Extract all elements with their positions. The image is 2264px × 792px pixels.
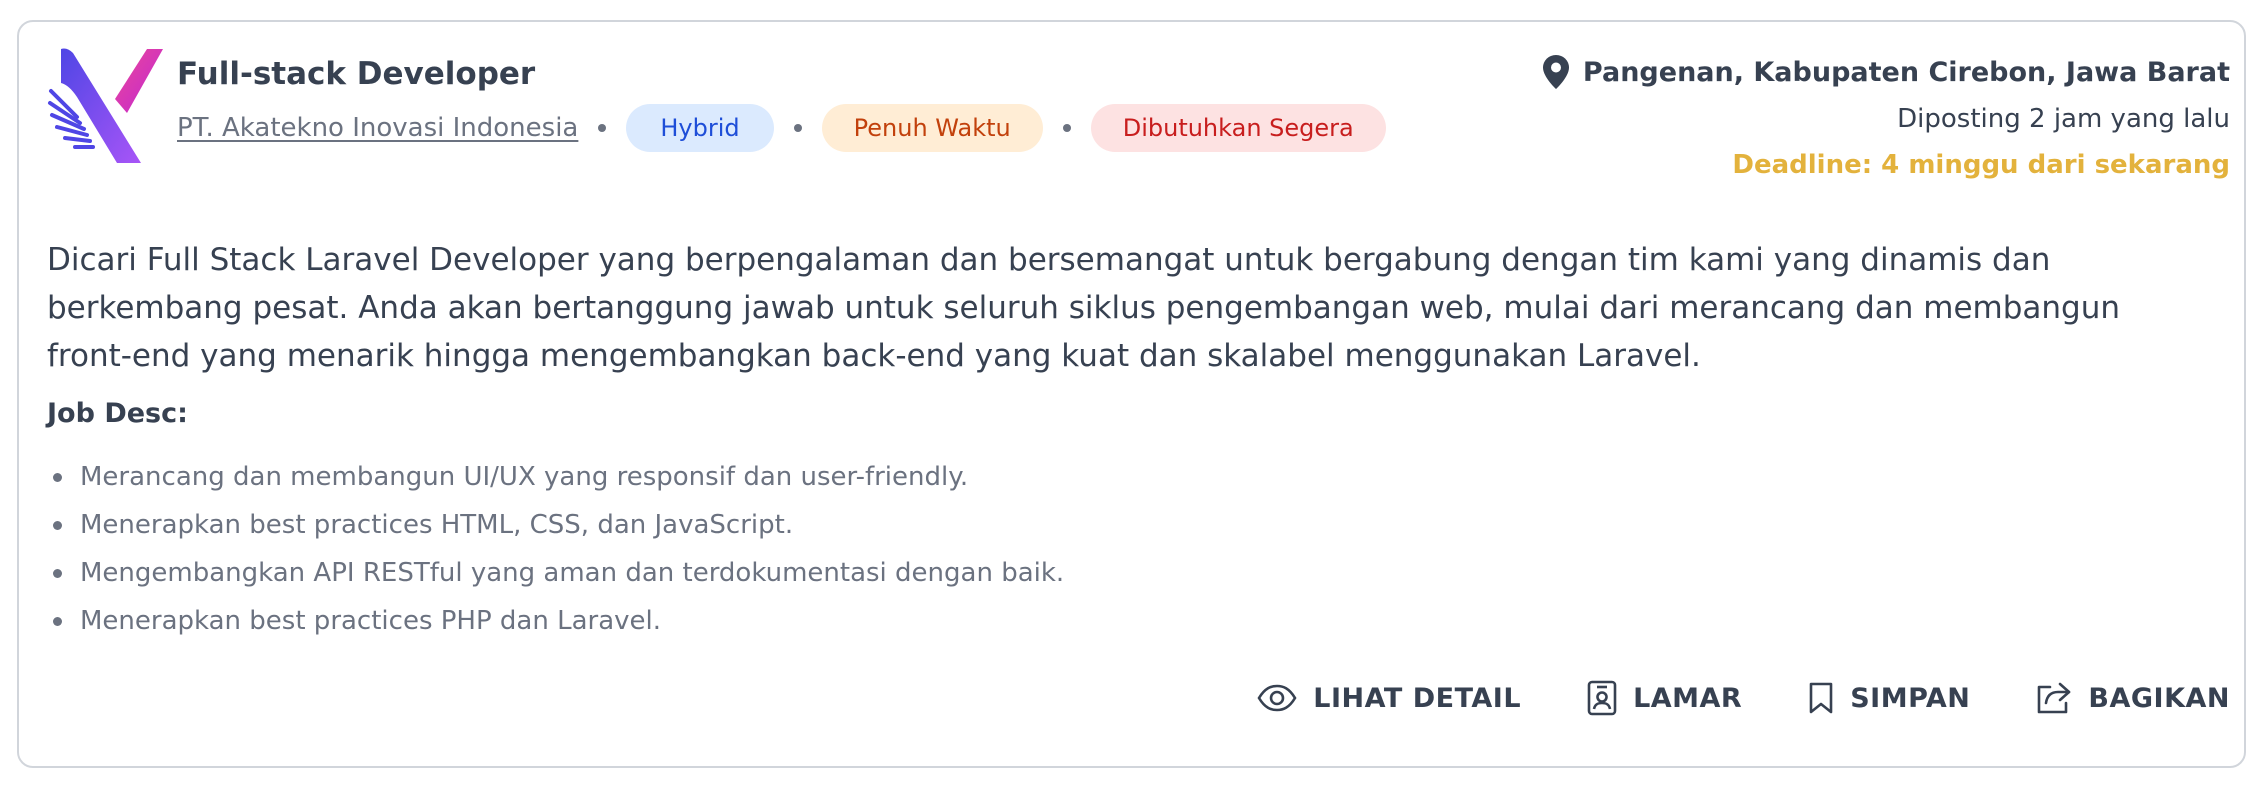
list-item: Menerapkan best practices PHP dan Larave…: [47, 597, 1064, 645]
company-link[interactable]: PT. Akatekno Inovasi Indonesia: [177, 113, 578, 143]
job-info-column: Pangenan, Kabupaten Cirebon, Jawa Barat …: [1542, 52, 2230, 185]
apply-button[interactable]: LAMAR: [1587, 680, 1742, 716]
location-text: Pangenan, Kabupaten Cirebon, Jawa Barat: [1582, 56, 2230, 88]
tag-work-mode: Hybrid: [626, 104, 774, 152]
job-description: Dicari Full Stack Laravel Developer yang…: [47, 242, 2121, 374]
share-label: BAGIKAN: [2088, 682, 2230, 714]
separator-dot: [1062, 124, 1071, 132]
save-button[interactable]: SIMPAN: [1808, 681, 1970, 715]
location: Pangenan, Kabupaten Cirebon, Jawa Barat: [1542, 52, 2230, 92]
posted-time: Diposting 2 jam yang lalu: [1897, 104, 2230, 134]
tag-urgency: Dibutuhkan Segera: [1090, 104, 1386, 152]
view-detail-label: LIHAT DETAIL: [1313, 682, 1522, 714]
deadline: Deadline: 4 minggu dari sekarang: [1732, 150, 2230, 180]
list-item: Menerapkan best practices HTML, CSS, dan…: [47, 501, 1064, 549]
share-button[interactable]: BAGIKAN: [2036, 681, 2230, 715]
view-detail-button[interactable]: LIHAT DETAIL: [1257, 683, 1521, 714]
save-label: SIMPAN: [1850, 682, 1971, 714]
list-item: Merancang dan membangun UI/UX yang respo…: [47, 453, 1064, 501]
tag-employment-type: Penuh Waktu: [821, 104, 1043, 152]
separator-dot: [793, 124, 802, 132]
apply-label: LAMAR: [1633, 682, 1743, 714]
job-meta-row: PT. Akatekno Inovasi Indonesia Hybrid Pe…: [177, 104, 1386, 152]
job-title: Full-stack Developer: [177, 56, 536, 92]
bookmark-icon: [1809, 682, 1833, 714]
list-item: Mengembangkan API RESTful yang aman dan …: [47, 549, 1064, 597]
company-logo: [48, 48, 163, 163]
job-desc-heading: Job Desc:: [47, 398, 188, 429]
action-bar: LIHAT DETAIL LAMAR SIMPAN BAGIKAN: [1257, 680, 2230, 716]
share-icon: [2038, 682, 2071, 714]
map-pin-icon: [1542, 55, 1569, 89]
separator-dot: [598, 124, 607, 132]
badge-icon: [1587, 680, 1617, 716]
eye-icon: [1257, 684, 1297, 712]
job-desc-list: Merancang dan membangun UI/UX yang respo…: [47, 453, 1064, 645]
